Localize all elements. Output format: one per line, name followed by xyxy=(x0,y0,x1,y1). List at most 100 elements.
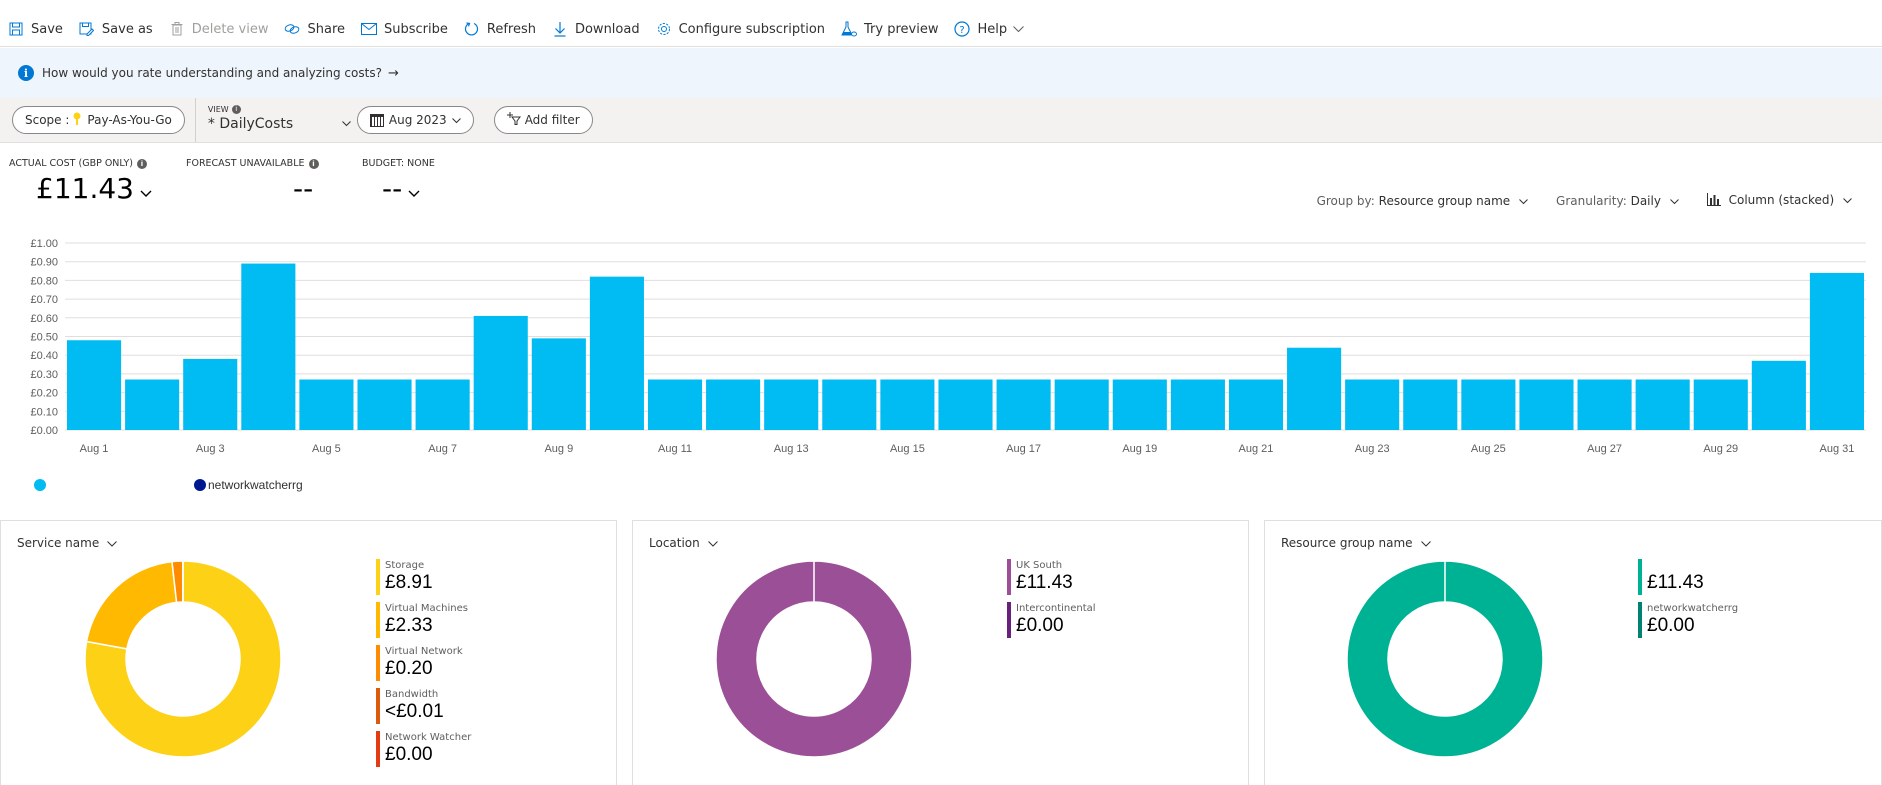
bar-aug-21[interactable] xyxy=(1228,379,1284,430)
bar-aug-11[interactable] xyxy=(647,379,703,430)
group-by-label: Group by: xyxy=(1316,194,1375,208)
bar-aug-7[interactable] xyxy=(415,379,470,430)
bar-aug-26[interactable] xyxy=(1519,379,1574,430)
date-range-pill[interactable]: Aug 2023 xyxy=(356,106,474,134)
bar-aug-17[interactable] xyxy=(996,379,1051,430)
bar-aug-13[interactable] xyxy=(764,379,819,430)
bar-aug-5[interactable] xyxy=(299,379,354,430)
scope-pill[interactable]: Scope : Pay-As-You-Go xyxy=(12,106,185,134)
legend-value: £8.91 xyxy=(385,572,433,593)
bar-aug-27[interactable] xyxy=(1577,379,1632,430)
save-button[interactable]: Save xyxy=(8,21,63,37)
legend-label: Bandwidth xyxy=(385,689,439,700)
legend-label: networkwatcherrg xyxy=(208,478,303,492)
bar-aug-15[interactable] xyxy=(880,379,935,430)
info-icon: i xyxy=(18,65,34,81)
y-tick-label: £0.00 xyxy=(30,425,58,437)
refresh-button[interactable]: Refresh xyxy=(464,21,536,37)
delete-view-button[interactable]: Delete view xyxy=(169,21,268,37)
legend-item-storage[interactable]: Storage £8.91 xyxy=(376,559,471,599)
legend-item-networkwatcherrg[interactable]: networkwatcherrg £0.00 xyxy=(1638,602,1738,642)
legend-value: £11.43 xyxy=(1016,572,1073,593)
bar-aug-9[interactable] xyxy=(531,338,586,430)
legend-item-network-watcher[interactable]: Network Watcher £0.00 xyxy=(376,731,471,771)
resource-group-dropdown[interactable]: Resource group name xyxy=(1281,536,1431,550)
donut-slice-unnamed[interactable] xyxy=(1346,560,1544,758)
bar-aug-29[interactable] xyxy=(1693,379,1748,430)
bar-aug-31[interactable] xyxy=(1809,272,1864,430)
view-label-text: VIEW xyxy=(207,105,229,114)
y-tick-label: £0.10 xyxy=(30,406,58,418)
granularity-value: Daily xyxy=(1630,194,1661,208)
bar-aug-6[interactable] xyxy=(357,379,412,430)
chevron-down-icon xyxy=(1519,197,1528,208)
service-name-dropdown[interactable]: Service name xyxy=(17,536,118,550)
subscribe-button[interactable]: Subscribe xyxy=(361,21,448,37)
y-tick-label: £0.60 xyxy=(30,313,58,325)
legend-color-bar xyxy=(376,645,380,681)
feedback-text: How would you rate understanding and ana… xyxy=(42,66,382,80)
kpi-actual-value[interactable]: £11.43 xyxy=(36,172,152,205)
chevron-down-icon[interactable] xyxy=(408,186,420,202)
bar-aug-20[interactable] xyxy=(1170,379,1225,430)
legend-label: Storage xyxy=(385,560,425,571)
bar-aug-22[interactable] xyxy=(1287,347,1342,430)
bar-aug-2[interactable] xyxy=(125,379,180,430)
bar-aug-14[interactable] xyxy=(822,379,877,430)
legend-color-bar xyxy=(376,602,380,638)
legend-item-virtual-machines[interactable]: Virtual Machines £2.33 xyxy=(376,602,471,642)
bar-aug-28[interactable] xyxy=(1635,379,1690,430)
refresh-label: Refresh xyxy=(486,21,536,37)
legend-item-bandwidth[interactable]: Bandwidth <£0.01 xyxy=(376,688,471,728)
share-button[interactable]: Share xyxy=(284,21,345,37)
configure-subscription-label: Configure subscription xyxy=(678,21,826,37)
y-tick-label: £0.50 xyxy=(30,332,58,344)
view-selector[interactable]: VIEW i * DailyCosts xyxy=(194,98,355,142)
column-chart-icon xyxy=(1706,193,1721,209)
add-filter-button[interactable]: Add filter xyxy=(493,106,593,134)
location-dropdown[interactable]: Location xyxy=(649,536,718,550)
help-menu-button[interactable]: ? Help xyxy=(954,21,1024,37)
donut-slice-virtual-machines[interactable] xyxy=(85,560,178,650)
filter-bar: Scope : Pay-As-You-Go VIEW i * DailyCosts… xyxy=(0,98,1882,143)
feedback-banner[interactable]: i How would you rate understanding and a… xyxy=(0,48,1882,98)
bar-aug-12[interactable] xyxy=(706,379,761,430)
bar-aug-23[interactable] xyxy=(1345,379,1400,430)
chevron-down-icon xyxy=(1420,539,1431,550)
bar-aug-3[interactable] xyxy=(183,358,238,430)
configure-subscription-button[interactable]: Configure subscription xyxy=(656,21,825,37)
legend-item-virtual-network[interactable]: Virtual Network £0.20 xyxy=(376,645,471,685)
legend-item-uk-south[interactable]: UK South £11.43 xyxy=(1007,559,1096,599)
bar-aug-1[interactable] xyxy=(67,340,122,430)
subscribe-label: Subscribe xyxy=(384,21,448,37)
legend-item-networkwatcherrg[interactable]: networkwatcherrg xyxy=(194,478,303,492)
bar-aug-30[interactable] xyxy=(1751,360,1806,430)
bar-aug-10[interactable] xyxy=(589,276,644,430)
save-label: Save xyxy=(31,21,63,37)
legend-item-unnamed[interactable]: £11.43 xyxy=(1638,559,1738,599)
bar-aug-19[interactable] xyxy=(1112,379,1167,430)
kpi-actual-label: ACTUAL COST (GBP ONLY) i xyxy=(9,158,152,169)
donut-slice-uk-south[interactable] xyxy=(715,560,913,758)
legend-value: £2.33 xyxy=(385,615,433,636)
legend-item-intercontinental[interactable]: Intercontinental £0.00 xyxy=(1007,602,1096,642)
chevron-down-icon[interactable] xyxy=(140,186,152,202)
kpi-budget-value[interactable]: -- xyxy=(382,172,435,205)
kpi-forecast: FORECAST UNAVAILABLE i -- xyxy=(186,158,319,205)
bar-aug-24[interactable] xyxy=(1403,379,1458,430)
chart-type-dropdown[interactable]: Column (stacked) xyxy=(1706,193,1852,209)
bar-aug-8[interactable] xyxy=(473,315,528,430)
bar-aug-25[interactable] xyxy=(1461,379,1516,430)
panel-title: Location xyxy=(649,536,700,550)
granularity-dropdown[interactable]: Granularity: Daily xyxy=(1556,194,1679,208)
location-donut xyxy=(715,560,913,758)
x-tick-label: Aug 7 xyxy=(428,443,457,455)
download-button[interactable]: Download xyxy=(552,21,640,37)
bar-aug-4[interactable] xyxy=(241,263,296,430)
bar-aug-16[interactable] xyxy=(938,379,993,430)
bar-aug-18[interactable] xyxy=(1054,379,1109,430)
try-preview-button[interactable]: Try preview xyxy=(841,21,938,37)
save-as-button[interactable]: Save as xyxy=(79,21,153,37)
legend-item-unnamed[interactable] xyxy=(34,479,194,491)
group-by-dropdown[interactable]: Group by: Resource group name xyxy=(1317,194,1528,208)
